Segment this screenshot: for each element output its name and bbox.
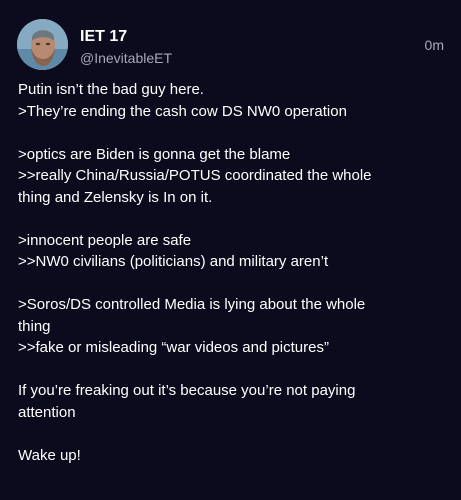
post-line: Putin isn’t the bad guy here. xyxy=(18,81,204,98)
post-header: IET 17 @InevitableET 0m xyxy=(17,19,444,71)
post-line: >>fake or misleading “war videos and pic… xyxy=(18,339,329,356)
post-line: If you’re freaking out it’s because you’… xyxy=(18,382,356,399)
post-line: >optics are Biden is gonna get the blame xyxy=(18,145,291,163)
post-line xyxy=(18,359,448,381)
post-line xyxy=(18,122,448,144)
post-line xyxy=(18,208,448,230)
post-line xyxy=(18,423,448,445)
post-line: Wake up! xyxy=(18,446,81,464)
post-line: thing xyxy=(18,317,51,335)
post-line xyxy=(18,273,448,295)
post-body: Putin isn’t the bad guy here. >They’re e… xyxy=(18,79,448,466)
user-handle[interactable]: @InevitableET xyxy=(80,49,172,68)
post-line: >Soros/DS controlled Media is lying abou… xyxy=(18,296,366,313)
post-card: IET 17 @InevitableET 0m Putin isn’t the … xyxy=(0,0,461,500)
user-avatar-icon xyxy=(17,19,68,70)
author-info: IET 17 @InevitableET xyxy=(80,27,172,68)
avatar[interactable] xyxy=(17,19,68,70)
post-line: >innocent people are safe xyxy=(18,231,192,249)
post-timestamp: 0m xyxy=(424,37,444,53)
post-line: thing and Zelensky is In on it. xyxy=(18,188,213,206)
post-line: >>really China/Russia/POTUS coordinated … xyxy=(18,167,372,184)
post-line: >They’re ending the cash cow DS NW0 oper… xyxy=(18,102,347,120)
post-line: >>NW0 civilians (politicians) and milita… xyxy=(18,253,329,270)
display-name[interactable]: IET 17 xyxy=(80,27,172,47)
post-line: attention xyxy=(18,403,76,421)
